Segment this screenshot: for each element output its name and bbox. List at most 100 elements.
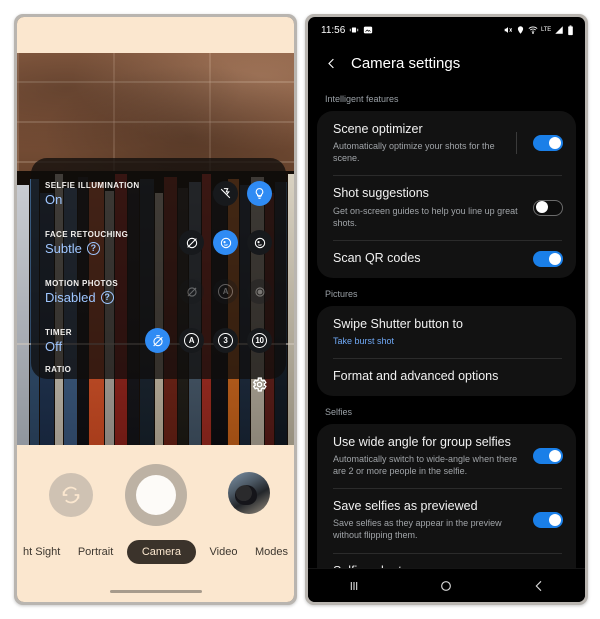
help-icon[interactable]: ?	[100, 290, 114, 304]
setting-title: Swipe Shutter button to	[333, 316, 463, 331]
battery-icon	[568, 24, 573, 35]
network-type-label: LTE	[541, 27, 551, 33]
toggle-scan-qr-codes[interactable]	[533, 250, 563, 267]
setting-subtitle: Get on-screen guides to help you line up…	[333, 205, 518, 228]
setting-subtitle: Take burst shot	[333, 335, 395, 346]
row-text: MOTION PHOTOS Disabled ?	[45, 279, 179, 305]
face-retouch-strong-icon[interactable]	[247, 230, 272, 255]
camera-top-bar	[17, 17, 294, 53]
phone-right-camera-settings: 11:56 LTE Camera settings Intelligent fe…	[305, 14, 588, 605]
timer-off-icon[interactable]	[145, 328, 170, 353]
toggle-knob	[549, 449, 561, 462]
setting-row-selfie-illumination[interactable]: SELFIE ILLUMINATION On	[45, 169, 272, 218]
shutter-button[interactable]	[124, 464, 187, 526]
setting-text: Save selfies as previewed Save selfies a…	[333, 499, 523, 541]
toggle-knob	[535, 201, 548, 214]
home-indicator[interactable]	[109, 590, 202, 593]
gear-icon[interactable]	[246, 371, 272, 397]
row-value-text: Disabled	[45, 289, 96, 305]
setting-save-selfies-as-previewed[interactable]: Save selfies as previewed Save selfies a…	[317, 488, 576, 552]
setting-swipe-shutter-button[interactable]: Swipe Shutter button to Take burst shot	[317, 306, 576, 358]
row-value: Subtle ?	[45, 241, 179, 256]
toggle-save-selfies-as-previewed[interactable]	[533, 512, 563, 529]
setting-scan-qr-codes[interactable]: Scan QR codes	[317, 239, 576, 278]
setting-title: Scene optimizer	[333, 122, 423, 136]
motion-photo-on-icon	[247, 279, 272, 304]
setting-subtitle: Automatically switch to wide-angle when …	[333, 453, 518, 476]
row-value-text: Off	[45, 338, 63, 354]
face-retouch-off-icon[interactable]	[179, 230, 204, 255]
page-title: Camera settings	[351, 54, 461, 72]
setting-text: Format and advanced options	[333, 369, 563, 385]
setting-format-advanced-options[interactable]: Format and advanced options	[317, 358, 576, 396]
app-bar: Camera settings	[308, 43, 585, 83]
flip-camera-icon[interactable]	[49, 473, 93, 517]
camera-mode-modes[interactable]: Modes	[251, 546, 292, 558]
setting-text: Use wide angle for group selfies Automat…	[333, 435, 523, 477]
setting-shot-suggestions[interactable]: Shot suggestions Get on-screen guides to…	[317, 175, 576, 239]
timer-10s-icon[interactable]: 10	[247, 328, 272, 353]
bulb-icon[interactable]	[247, 181, 272, 206]
camera-mode-night-sight[interactable]: ht Sight	[19, 546, 64, 558]
setting-title: Use wide angle for group selfies	[333, 434, 511, 449]
flash-off-icon[interactable]	[213, 181, 238, 206]
timer-auto-icon[interactable]: A	[179, 328, 204, 353]
toggle-knob	[549, 137, 561, 150]
help-icon[interactable]: ?	[86, 241, 100, 255]
android-navigation-bar	[308, 568, 585, 602]
row-label: FACE RETOUCHING	[45, 229, 129, 239]
toggle-knob	[549, 252, 561, 265]
row-options	[213, 181, 272, 206]
gallery-thumbnail[interactable]	[228, 472, 270, 514]
toggle-shot-suggestions[interactable]	[533, 199, 563, 216]
row-label: TIMER	[45, 327, 72, 337]
camera-mode-selector[interactable]: ht Sight Portrait Camera Video Modes	[17, 540, 294, 564]
screenshot-root: SELFIE ILLUMINATION On FACE RETOUCHING S…	[0, 0, 600, 619]
row-value: Disabled ?	[45, 290, 179, 305]
camera-viewfinder[interactable]: SELFIE ILLUMINATION On FACE RETOUCHING S…	[17, 53, 294, 451]
shutter-inner	[135, 475, 176, 515]
mute-icon	[504, 27, 513, 33]
back-chevron-icon[interactable]	[324, 56, 339, 71]
setting-text: Scene optimizer Automatically optimize y…	[333, 122, 506, 164]
face-retouch-subtle-icon[interactable]	[213, 230, 238, 255]
status-bar-clock: 11:56	[321, 24, 346, 36]
section-header-pictures: Pictures	[325, 288, 358, 299]
setting-title: Save selfies as previewed	[333, 499, 478, 514]
setting-row-timer[interactable]: TIMER Off A 3 10	[45, 316, 272, 365]
toggle-scene-optimizer[interactable]	[533, 135, 563, 152]
setting-subtitle: Automatically optimize your shots for th…	[333, 141, 495, 164]
camera-quick-settings-panel[interactable]: SELFIE ILLUMINATION On FACE RETOUCHING S…	[31, 158, 286, 379]
timer-10s-label: 10	[252, 333, 267, 348]
camera-bottom-bar: ht Sight Portrait Camera Video Modes	[17, 445, 294, 602]
recents-icon[interactable]	[346, 578, 362, 594]
home-icon[interactable]	[438, 578, 454, 594]
image-icon	[364, 26, 373, 34]
setting-text: Shot suggestions Get on-screen guides to…	[333, 186, 523, 228]
row-value-text: Subtle	[45, 240, 82, 256]
status-bar-left: 11:56	[321, 25, 373, 36]
setting-selfie-color-tone[interactable]: Selfie color tone Original	[317, 552, 576, 568]
section-header-intelligent-features: Intelligent features	[325, 94, 399, 104]
setting-title: Format and advanced options	[333, 369, 499, 384]
setting-row-ratio[interactable]: RATIO	[45, 365, 272, 379]
camera-mode-portrait[interactable]: Portrait	[74, 546, 117, 558]
setting-scene-optimizer[interactable]: Scene optimizer Automatically optimize y…	[317, 111, 576, 175]
row-value-text: On	[45, 191, 63, 207]
setting-subtitle: Save selfies as they appear in the previ…	[333, 518, 502, 541]
camera-mode-camera[interactable]: Camera	[126, 540, 196, 564]
setting-use-wide-angle-group-selfies[interactable]: Use wide angle for group selfies Automat…	[317, 424, 576, 488]
setting-row-face-retouching[interactable]: FACE RETOUCHING Subtle ?	[45, 218, 272, 267]
phone-left-camera-app: SELFIE ILLUMINATION On FACE RETOUCHING S…	[14, 14, 297, 605]
setting-row-motion-photos[interactable]: MOTION PHOTOS Disabled ? A	[45, 267, 272, 316]
timer-3s-icon[interactable]: 3	[213, 328, 238, 353]
back-icon[interactable]	[531, 578, 547, 594]
row-text: FACE RETOUCHING Subtle ?	[45, 230, 179, 256]
brick-wall-background	[17, 53, 294, 171]
toggle-use-wide-angle[interactable]	[533, 447, 563, 464]
settings-screen: 11:56 LTE Camera settings Intelligent fe…	[308, 17, 585, 602]
settings-scroll-area[interactable]: Intelligent features Scene optimizer Aut…	[308, 83, 585, 568]
signal-icon	[555, 26, 563, 34]
camera-mode-video[interactable]: Video	[206, 546, 242, 558]
motion-photo-off-icon	[179, 279, 204, 304]
